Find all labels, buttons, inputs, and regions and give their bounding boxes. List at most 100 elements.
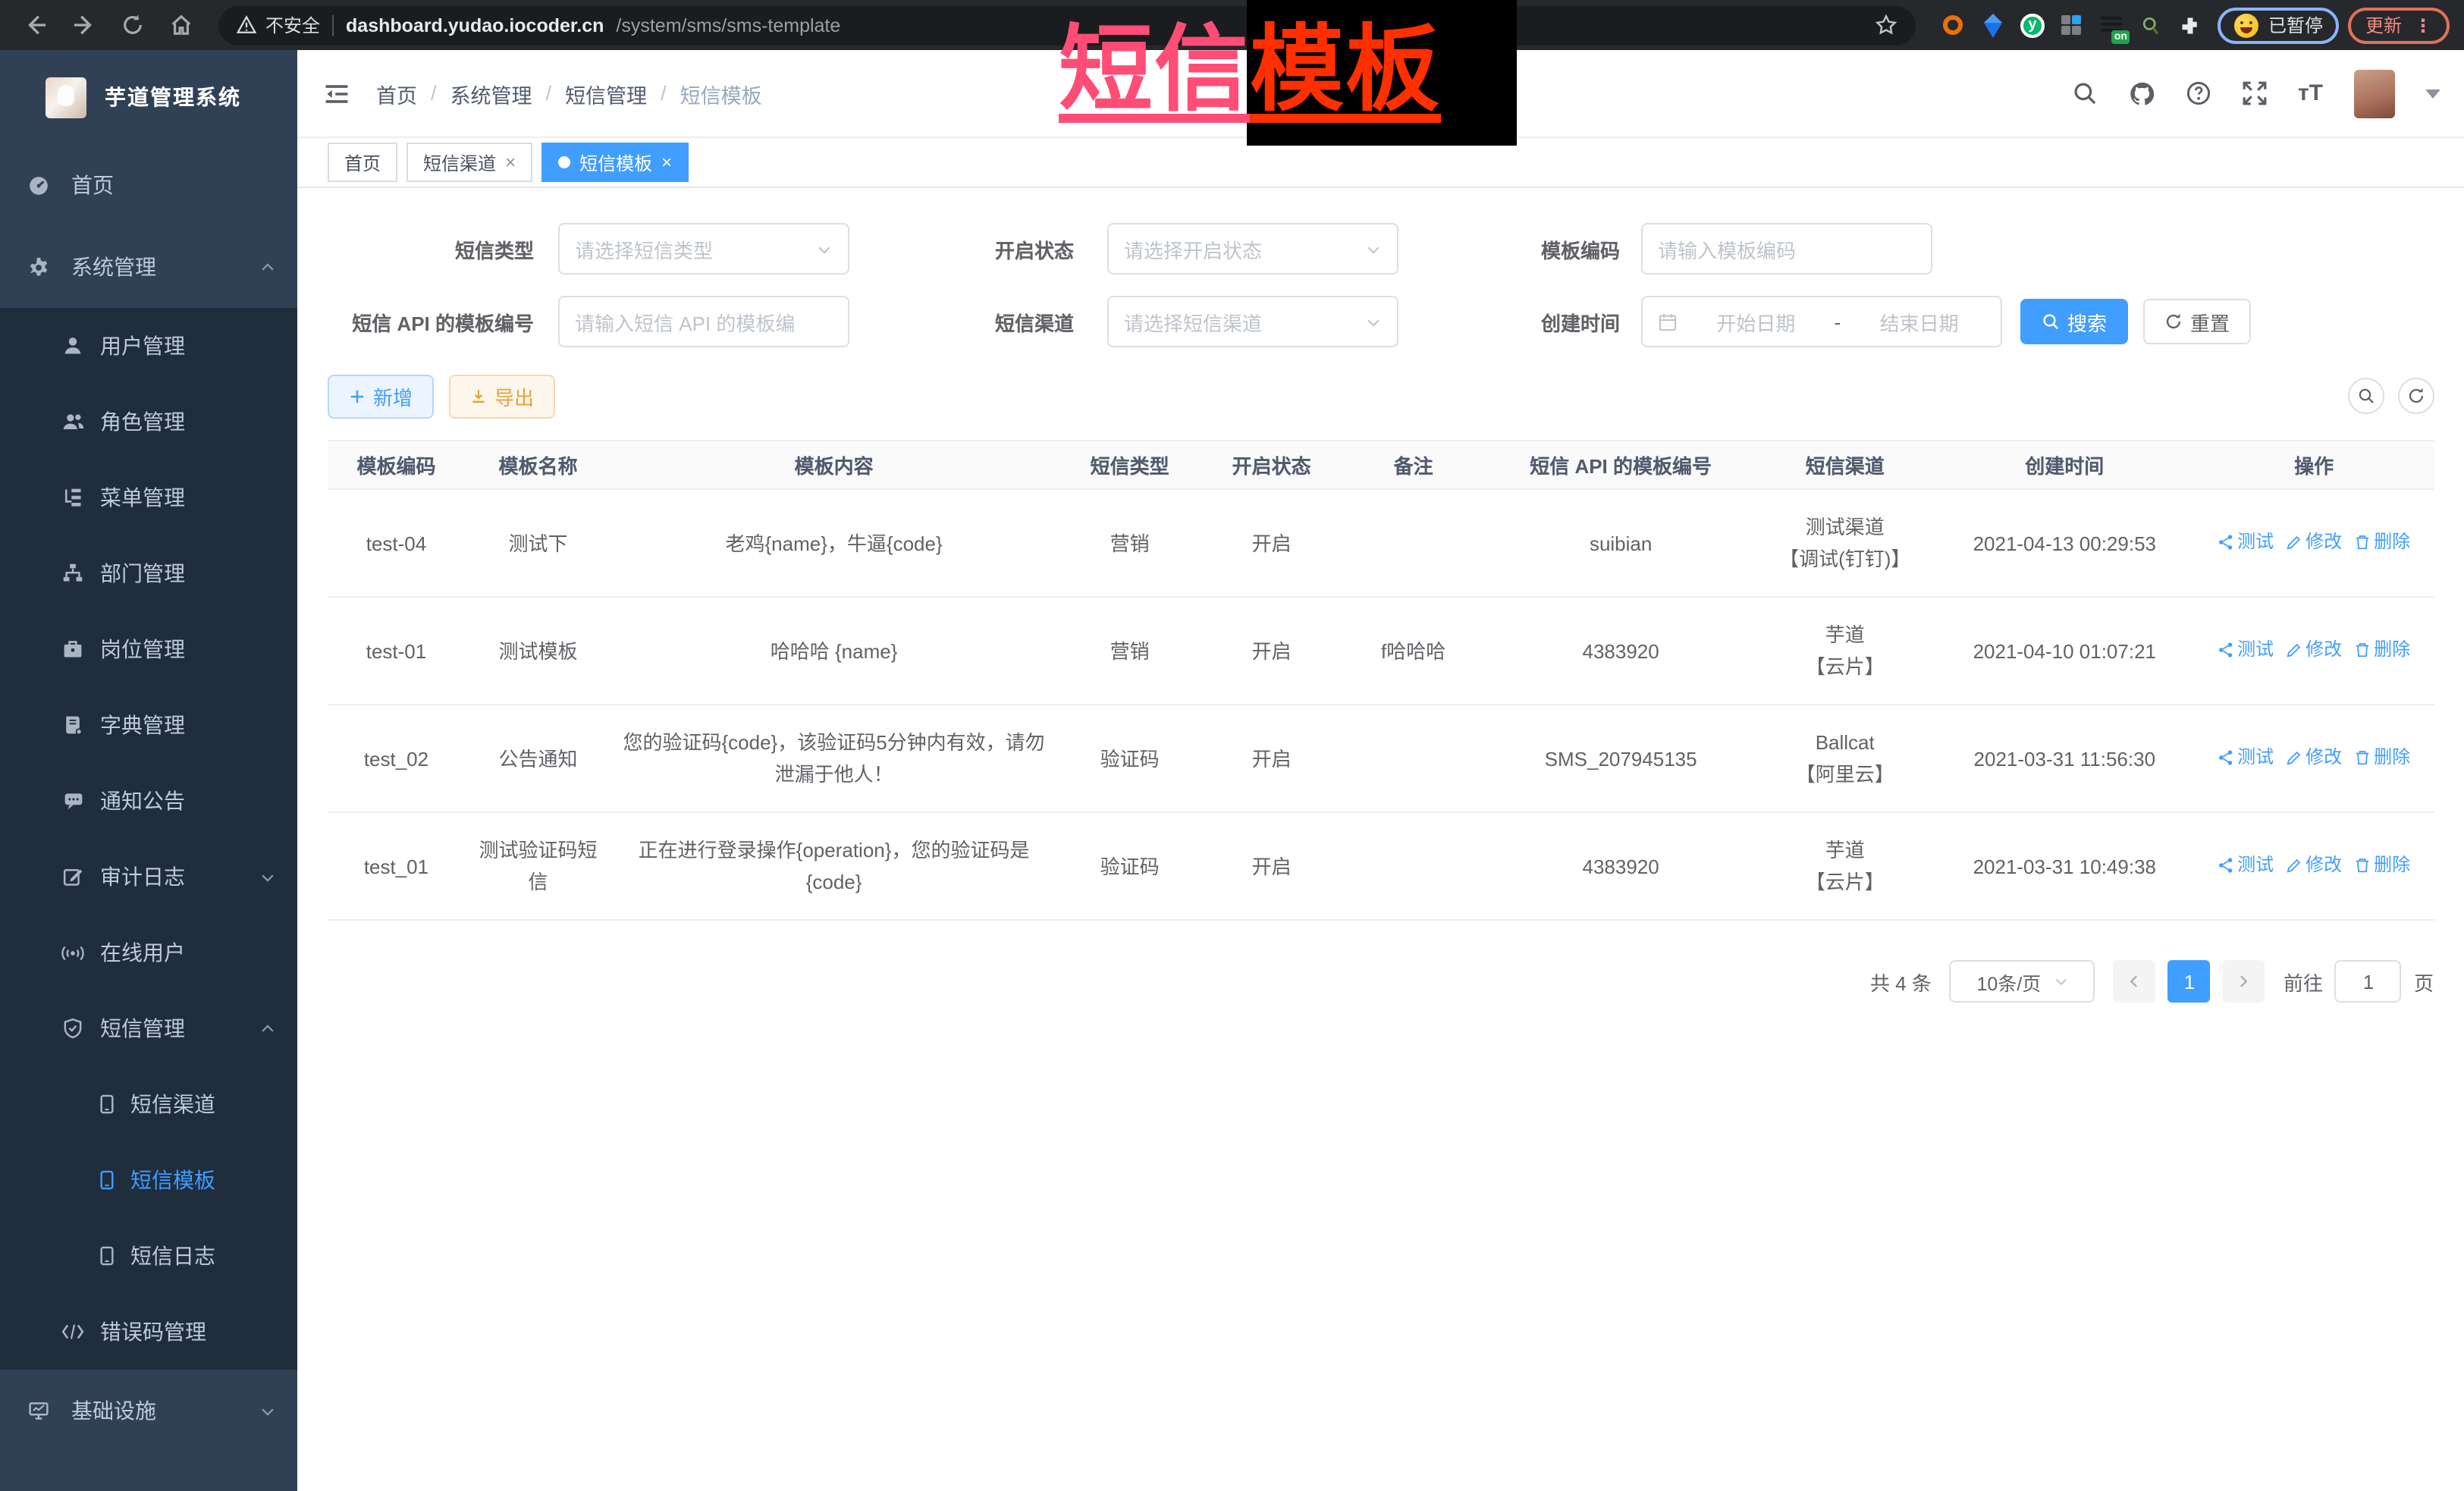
add-button[interactable]: 新增 (328, 374, 434, 418)
sidebar-item-notice[interactable]: 通知公告 (0, 763, 297, 839)
col-api-code: 短信 API 的模板编号 (1486, 441, 1755, 489)
edit-link[interactable]: 修改 (2286, 526, 2342, 558)
sms-type-label: 短信类型 (328, 234, 558, 263)
reset-button[interactable]: 重置 (2143, 299, 2251, 344)
tab-sms-channel[interactable]: 短信渠道 × (406, 143, 532, 182)
sidebar-item-sms-log[interactable]: 短信日志 (0, 1218, 297, 1294)
extension-yuque-icon[interactable]: y (2020, 12, 2045, 38)
browser-menu-icon[interactable]: ⋮ (2414, 14, 2432, 36)
chevron-down-icon (2053, 974, 2068, 989)
screen: 不安全 dashboard.yudao.iocoder.cn /system/s… (0, 0, 2464, 1491)
security-warning[interactable]: 不安全 (237, 12, 320, 38)
tab-home[interactable]: 首页 (328, 143, 397, 182)
delete-link[interactable]: 删除 (2354, 634, 2410, 666)
delete-link[interactable]: 删除 (2354, 742, 2410, 774)
refresh-button[interactable] (2397, 378, 2434, 414)
reload-icon[interactable] (112, 5, 152, 45)
app-logo-row[interactable]: 芋道管理系统 (0, 50, 297, 144)
template-code-input[interactable]: 请输入模板编码 (1641, 223, 1932, 275)
goto-label: 前往 (2284, 967, 2323, 996)
github-icon[interactable] (2128, 80, 2155, 107)
col-remark: 备注 (1340, 441, 1486, 489)
help-icon[interactable] (2186, 80, 2211, 106)
profile-emoji-icon (2235, 13, 2259, 37)
breadcrumb-sms[interactable]: 短信管理 (565, 78, 647, 108)
extension-grid-icon[interactable] (2059, 12, 2085, 38)
test-link[interactable]: 测试 (2218, 742, 2274, 774)
table-row: test-01 测试模板 哈哈哈 {name} 营销 开启 f哈哈哈 43839… (328, 597, 2434, 705)
sidebar-item-menus[interactable]: 菜单管理 (0, 460, 297, 535)
page-size-select[interactable]: 10条/页 (1950, 960, 2095, 1003)
start-date-placeholder[interactable]: 开始日期 (1690, 307, 1822, 336)
sidebar-item-roles[interactable]: 角色管理 (0, 384, 297, 460)
extension-magnifier-icon[interactable] (2138, 12, 2164, 38)
search-button[interactable]: 搜索 (2020, 299, 2128, 344)
status-label: 开启状态 (849, 234, 1107, 263)
sidebar-item-sms-template[interactable]: 短信模板 (0, 1142, 297, 1218)
sidebar-item-sms-channel[interactable]: 短信渠道 (0, 1066, 297, 1142)
next-page-button[interactable] (2223, 960, 2265, 1003)
sidebar-item-dict[interactable]: 字典管理 (0, 687, 297, 763)
sms-type-select[interactable]: 请选择短信类型 (558, 223, 849, 275)
extensions-puzzle-icon[interactable] (2177, 12, 2203, 38)
sidebar-item-system[interactable]: 系统管理 (0, 226, 297, 308)
tab-sms-template[interactable]: 短信模板 × (541, 143, 689, 182)
extension-orange-icon[interactable] (1941, 12, 1966, 38)
close-icon[interactable]: × (505, 152, 516, 173)
phone-icon (94, 1169, 118, 1191)
fullscreen-icon[interactable] (2242, 80, 2268, 106)
end-date-placeholder[interactable]: 结束日期 (1853, 307, 1985, 336)
sidebar-item-posts[interactable]: 岗位管理 (0, 611, 297, 687)
sidebar-item-online-users[interactable]: 在线用户 (0, 915, 297, 990)
date-range-picker[interactable]: 开始日期 - 结束日期 (1641, 296, 2002, 347)
update-button[interactable]: 更新 ⋮ (2349, 7, 2449, 43)
sidebar-item-infrastructure[interactable]: 基础设施 (0, 1370, 297, 1452)
delete-link[interactable]: 删除 (2354, 849, 2410, 881)
channel-select[interactable]: 请选择短信渠道 (1107, 296, 1398, 347)
home-icon[interactable] (161, 5, 200, 45)
breadcrumb-home[interactable]: 首页 (376, 78, 417, 108)
sidebar-item-audit-log[interactable]: 审计日志 (0, 839, 297, 915)
chevron-up-icon (259, 1020, 276, 1037)
user-icon (61, 335, 85, 356)
sidebar-item-users[interactable]: 用户管理 (0, 308, 297, 384)
prev-page-button[interactable] (2114, 960, 2156, 1003)
forward-icon[interactable] (64, 5, 103, 45)
sidebar-item-error-codes[interactable]: 错误码管理 (0, 1294, 297, 1370)
current-page-button[interactable]: 1 (2168, 960, 2211, 1003)
breadcrumb-separator: / (431, 82, 437, 105)
test-link[interactable]: 测试 (2218, 849, 2274, 881)
search-icon[interactable] (2072, 80, 2098, 106)
sidebar-item-departments[interactable]: 部门管理 (0, 535, 297, 611)
delete-link[interactable]: 删除 (2354, 526, 2410, 558)
extension-list-icon[interactable]: on (2098, 12, 2124, 38)
sidebar-collapse-icon[interactable] (319, 75, 355, 111)
api-code-input[interactable]: 请输入短信 API 的模板编 (558, 296, 849, 347)
edit-link[interactable]: 修改 (2286, 634, 2342, 666)
toggle-search-button[interactable] (2347, 378, 2384, 414)
test-link[interactable]: 测试 (2218, 634, 2274, 666)
template-code-label: 模板编码 (1398, 234, 1641, 263)
goto-page-input[interactable] (2335, 960, 2402, 1003)
profile-paused-badge[interactable]: 已暂停 (2218, 7, 2340, 43)
avatar-caret-icon[interactable] (2425, 89, 2440, 98)
edit-link[interactable]: 修改 (2286, 742, 2342, 774)
paused-label: 已暂停 (2268, 12, 2323, 38)
edit-link[interactable]: 修改 (2286, 849, 2342, 881)
chevron-down-icon (1365, 313, 1382, 330)
test-link[interactable]: 测试 (2218, 526, 2274, 558)
url-path: /system/sms/sms-template (616, 14, 840, 36)
phone-icon (94, 1245, 118, 1267)
sidebar-item-sms[interactable]: 短信管理 (0, 990, 297, 1066)
status-select[interactable]: 请选择开启状态 (1107, 223, 1398, 275)
extension-gem-icon[interactable] (1980, 12, 2006, 38)
export-button[interactable]: 导出 (449, 374, 555, 418)
font-size-icon[interactable]: ᴛT (2298, 80, 2323, 106)
breadcrumb-system[interactable]: 系统管理 (450, 78, 532, 108)
close-icon[interactable]: × (661, 152, 672, 173)
users-icon (61, 411, 85, 432)
bookmark-star-icon[interactable] (1875, 14, 1898, 36)
avatar[interactable] (2353, 69, 2394, 118)
sidebar-item-home[interactable]: 首页 (0, 144, 297, 226)
back-icon[interactable] (15, 5, 55, 45)
